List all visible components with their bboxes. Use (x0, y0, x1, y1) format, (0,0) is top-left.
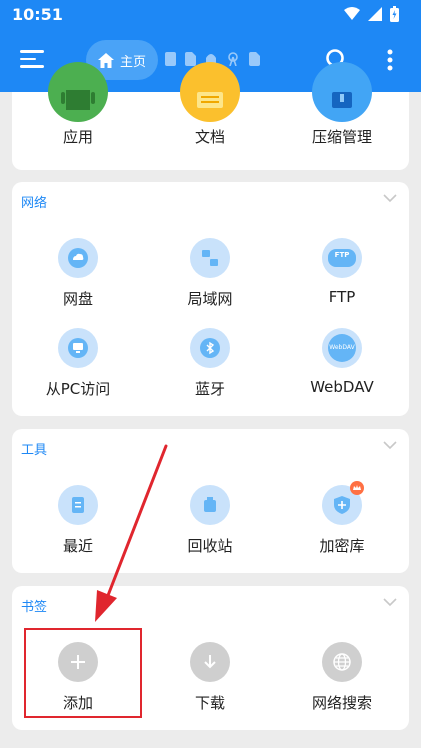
tools-item-recycle-bin[interactable]: 回收站 (144, 485, 276, 556)
home-icon (97, 52, 114, 68)
cloud-icon (58, 238, 98, 278)
wifi-icon (344, 7, 360, 20)
network-item-label: 从PC访问 (45, 380, 111, 398)
network-item-lan[interactable]: 局域网 (144, 238, 276, 309)
tools-item-vault[interactable]: 加密库 (276, 481, 408, 556)
tools-item-label: 最近 (62, 537, 93, 555)
status-icons (344, 6, 399, 22)
section-title: 网络 (21, 196, 48, 211)
signal-tower-icon[interactable] (226, 52, 240, 66)
tools-item-label: 加密库 (319, 537, 365, 555)
network-item-label: FTP (328, 288, 356, 306)
library-item-label: 文档 (194, 128, 225, 146)
chevron-down-icon[interactable] (383, 441, 397, 450)
network-section: 网络 网盘 局域网 FTP FTP 从PC访问 蓝牙 WebDAV WebDAV (12, 182, 409, 416)
section-title: 书签 (21, 600, 48, 615)
bookmark-item-web-search[interactable]: 网络搜索 (276, 642, 408, 713)
archive-icon (312, 62, 372, 122)
section-title: 工具 (21, 443, 48, 458)
status-bar: 10:51 (0, 0, 421, 30)
library-item-label: 压缩管理 (311, 128, 372, 146)
more-options-icon[interactable] (386, 48, 394, 72)
network-item-cloud[interactable]: 网盘 (12, 238, 144, 309)
bookmark-item-label: 下载 (194, 694, 225, 712)
home-label: 主页 (119, 54, 146, 70)
network-item-bluetooth[interactable]: 蓝牙 (144, 328, 276, 399)
download-icon (190, 642, 230, 682)
globe-icon (322, 642, 362, 682)
network-item-ftp[interactable]: FTP FTP (276, 238, 408, 306)
library-item-label: 应用 (62, 128, 93, 146)
menu-icon[interactable] (20, 50, 44, 70)
signal-icon (368, 7, 382, 21)
library-item-apps[interactable]: 应用 (12, 62, 144, 152)
tools-section: 工具 最近 回收站 加密库 (12, 429, 409, 573)
crown-badge-icon (350, 481, 364, 495)
recycle-bin-icon (190, 485, 230, 525)
network-item-label: WebDAV (310, 378, 374, 396)
bookmark-item-label: 网络搜索 (311, 694, 372, 712)
status-time: 10:51 (12, 5, 63, 24)
network-item-label: 网盘 (62, 290, 93, 308)
chevron-down-icon[interactable] (383, 194, 397, 203)
battery-icon (390, 6, 399, 22)
monitor-icon (58, 328, 98, 368)
document-icon (180, 62, 240, 122)
chevron-down-icon[interactable] (383, 598, 397, 607)
tools-item-recent[interactable]: 最近 (12, 485, 144, 556)
bookmark-item-download[interactable]: 下载 (144, 642, 276, 713)
network-item-pc-access[interactable]: 从PC访问 (12, 328, 144, 399)
network-item-webdav[interactable]: WebDAV WebDAV (276, 328, 408, 396)
vault-icon (322, 481, 364, 525)
android-icon (48, 62, 108, 122)
tools-item-label: 回收站 (187, 537, 233, 555)
library-item-documents[interactable]: 文档 (144, 62, 276, 152)
bluetooth-icon (190, 328, 230, 368)
file-icon[interactable] (185, 52, 196, 66)
library-section: 应用 文档 压缩管理 (12, 62, 409, 170)
highlight-box (24, 628, 142, 718)
file-icon[interactable] (249, 52, 260, 66)
recent-icon (58, 485, 98, 525)
network-item-label: 局域网 (187, 290, 233, 308)
ftp-icon: FTP (322, 238, 362, 278)
webdav-icon: WebDAV (322, 328, 362, 368)
lan-icon (190, 238, 230, 278)
network-item-label: 蓝牙 (194, 380, 225, 398)
library-item-archive[interactable]: 压缩管理 (276, 62, 408, 152)
document-icon[interactable] (165, 52, 176, 66)
